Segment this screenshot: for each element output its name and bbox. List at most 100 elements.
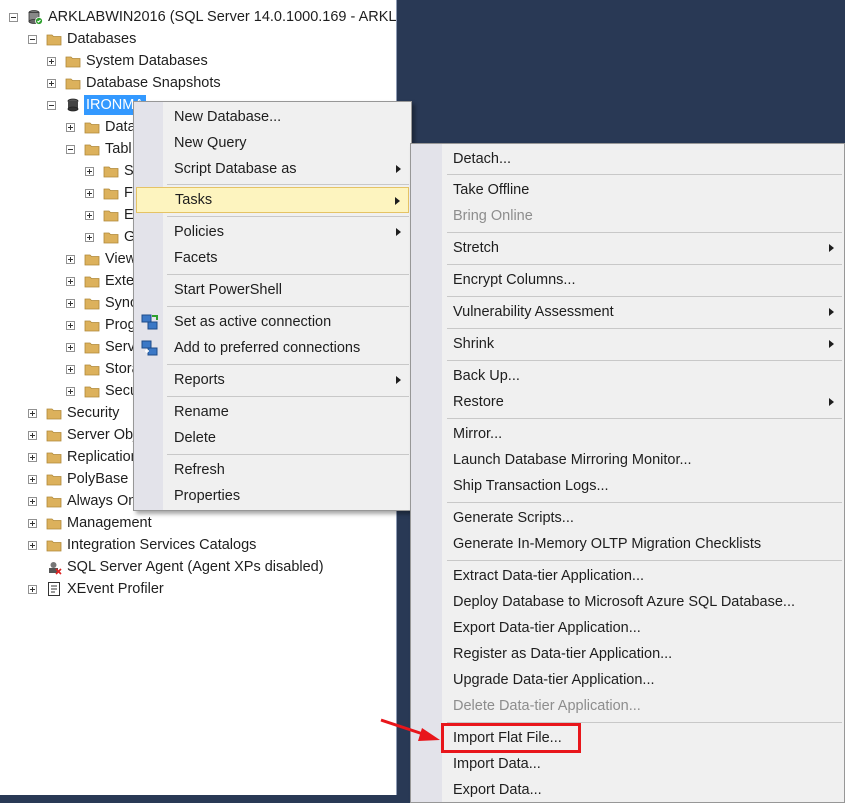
tree-node-db-child[interactable]: Tabl xyxy=(66,138,134,160)
submenu-arrow-icon xyxy=(829,308,834,316)
task-shrink[interactable]: Shrink xyxy=(413,331,842,357)
expand-toggle[interactable] xyxy=(28,518,37,528)
folder-icon xyxy=(103,185,119,201)
task-encrypt-columns[interactable]: Encrypt Columns... xyxy=(413,267,842,293)
expand-toggle[interactable] xyxy=(66,386,75,396)
xevent-profiler-icon xyxy=(46,581,62,597)
tree-node-xevent-profiler[interactable]: XEvent Profiler xyxy=(28,578,166,600)
task-register-data-tier[interactable]: Register as Data-tier Application... xyxy=(413,641,842,667)
task-import-flat-file[interactable]: Import Flat File... xyxy=(413,725,842,751)
tree-node-db-child[interactable]: Data xyxy=(66,116,138,138)
server-connected-icon xyxy=(27,9,43,25)
tree-node-server-child[interactable]: Security xyxy=(28,402,121,424)
expand-toggle[interactable] xyxy=(66,320,75,330)
task-export-data-tier[interactable]: Export Data-tier Application... xyxy=(413,615,842,641)
expand-toggle[interactable] xyxy=(66,122,75,132)
task-back-up[interactable]: Back Up... xyxy=(413,363,842,389)
server-child-label: Management xyxy=(67,515,152,531)
task-launch-mirroring-monitor[interactable]: Launch Database Mirroring Monitor... xyxy=(413,447,842,473)
expand-toggle[interactable] xyxy=(28,474,37,484)
tree-node-db-child[interactable]: Secu xyxy=(66,380,140,402)
expand-toggle[interactable] xyxy=(66,276,75,286)
menu-item-properties[interactable]: Properties xyxy=(136,483,409,509)
expand-toggle[interactable] xyxy=(28,430,37,440)
task-deploy-to-azure[interactable]: Deploy Database to Microsoft Azure SQL D… xyxy=(413,589,842,615)
tree-node-server-child[interactable]: Replication xyxy=(28,446,141,468)
folder-icon xyxy=(46,449,62,465)
tree-node-server-child[interactable]: PolyBase xyxy=(28,468,130,490)
expand-toggle[interactable] xyxy=(28,496,37,506)
menu-item-policies[interactable]: Policies xyxy=(136,219,409,245)
folder-icon xyxy=(84,251,100,267)
menu-item-rename[interactable]: Rename xyxy=(136,399,409,425)
task-upgrade-data-tier[interactable]: Upgrade Data-tier Application... xyxy=(413,667,842,693)
expand-toggle[interactable] xyxy=(66,342,75,352)
tree-node-database-snapshots[interactable]: Database Snapshots xyxy=(47,72,223,94)
tree-node-server-child[interactable]: Server Obj xyxy=(28,424,138,446)
tree-node-db-child[interactable]: View xyxy=(66,248,138,270)
tree-node-server-child[interactable]: Integration Services Catalogs xyxy=(28,534,258,556)
task-extract-data-tier[interactable]: Extract Data-tier Application... xyxy=(413,563,842,589)
tree-node-selected-database[interactable]: IRONMA xyxy=(47,94,146,116)
collapse-toggle[interactable] xyxy=(47,100,56,110)
collapse-toggle[interactable] xyxy=(66,144,75,154)
task-ship-transaction-logs[interactable]: Ship Transaction Logs... xyxy=(413,473,842,499)
tree-node-sql-agent[interactable]: SQL Server Agent (Agent XPs disabled) xyxy=(28,556,326,578)
menu-item-script-database-as[interactable]: Script Database as xyxy=(136,156,409,182)
expand-toggle[interactable] xyxy=(66,298,75,308)
menu-item-reports[interactable]: Reports xyxy=(136,367,409,393)
expand-toggle[interactable] xyxy=(28,408,37,418)
task-restore[interactable]: Restore xyxy=(413,389,842,415)
task-import-data[interactable]: Import Data... xyxy=(413,751,842,777)
tree-node-db-child[interactable]: Exter xyxy=(66,270,141,292)
folder-icon xyxy=(84,119,100,135)
menu-item-tasks[interactable]: Tasks xyxy=(136,187,409,213)
expand-toggle[interactable] xyxy=(47,56,56,66)
expand-toggle[interactable] xyxy=(85,188,94,198)
tree-node-db-child[interactable]: Servi xyxy=(66,336,140,358)
expand-toggle[interactable] xyxy=(28,540,37,550)
folder-icon xyxy=(46,427,62,443)
tree-node-table-child[interactable]: Fi xyxy=(85,182,138,204)
expand-toggle[interactable] xyxy=(66,254,75,264)
tree-node-databases[interactable]: Databases xyxy=(28,28,138,50)
folder-icon xyxy=(103,229,119,245)
tree-node-server-child[interactable]: Always On xyxy=(28,490,138,512)
tree-node-server-child[interactable]: Management xyxy=(28,512,154,534)
expand-toggle[interactable] xyxy=(66,364,75,374)
submenu-arrow-icon xyxy=(829,244,834,252)
red-arrow-icon xyxy=(380,718,440,741)
menu-item-facets[interactable]: Facets xyxy=(136,245,409,271)
task-stretch[interactable]: Stretch xyxy=(413,235,842,261)
expand-toggle[interactable] xyxy=(28,584,37,594)
task-detach[interactable]: Detach... xyxy=(413,146,842,172)
menu-item-add-preferred-connections[interactable]: Add to preferred connections xyxy=(136,335,409,361)
expand-toggle[interactable] xyxy=(85,232,94,242)
menu-item-new-query[interactable]: New Query xyxy=(136,130,409,156)
tree-node-server[interactable]: ARKLABWIN2016 (SQL Server 14.0.1000.169 … xyxy=(9,6,396,28)
menu-item-start-powershell[interactable]: Start PowerShell xyxy=(136,277,409,303)
tree-node-system-databases[interactable]: System Databases xyxy=(47,50,210,72)
menu-item-delete[interactable]: Delete xyxy=(136,425,409,451)
task-mirror[interactable]: Mirror... xyxy=(413,421,842,447)
menu-item-new-database[interactable]: New Database... xyxy=(136,104,409,130)
tree-node-table-child[interactable]: G xyxy=(85,226,137,248)
expand-toggle[interactable] xyxy=(85,166,94,176)
menu-item-refresh[interactable]: Refresh xyxy=(136,457,409,483)
menu-item-set-active-connection[interactable]: Set as active connection xyxy=(136,309,409,335)
task-export-data[interactable]: Export Data... xyxy=(413,777,842,803)
tree-node-db-child[interactable]: Stora xyxy=(66,358,142,380)
task-generate-oltp-checklists[interactable]: Generate In-Memory OLTP Migration Checkl… xyxy=(413,531,842,557)
tree-node-db-child[interactable]: Sync xyxy=(66,292,139,314)
expand-toggle[interactable] xyxy=(85,210,94,220)
collapse-toggle[interactable] xyxy=(9,12,18,22)
collapse-toggle[interactable] xyxy=(28,34,37,44)
task-take-offline[interactable]: Take Offline xyxy=(413,177,842,203)
task-vulnerability-assessment[interactable]: Vulnerability Assessment xyxy=(413,299,842,325)
expand-toggle[interactable] xyxy=(28,452,37,462)
task-generate-scripts[interactable]: Generate Scripts... xyxy=(413,505,842,531)
preferred-connection-icon xyxy=(141,339,159,357)
expand-toggle[interactable] xyxy=(47,78,56,88)
system-databases-label: System Databases xyxy=(86,53,208,69)
tree-node-db-child[interactable]: Prog xyxy=(66,314,138,336)
